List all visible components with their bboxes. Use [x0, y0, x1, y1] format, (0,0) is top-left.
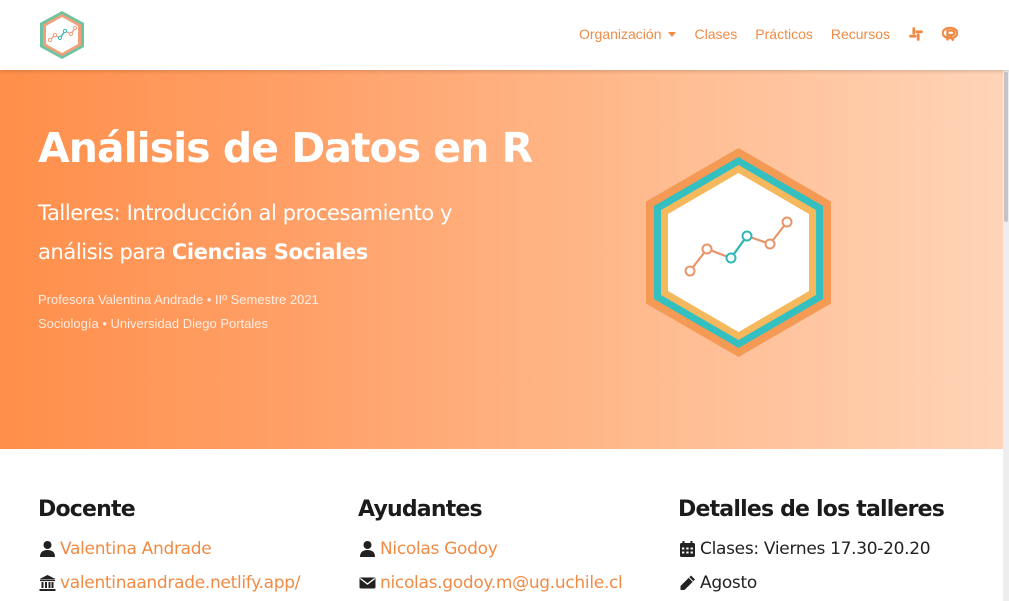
caret-down-icon — [668, 31, 677, 37]
hero-meta: Profesora Valentina Andrade • IIº Semest… — [38, 288, 319, 336]
nav-clases[interactable]: Clases — [694, 26, 737, 42]
ayudante-email-row: nicolas.godoy.m@ug.uchile.cl — [358, 566, 623, 600]
detalles-section: Detalles de los talleres Clases: Viernes… — [678, 497, 945, 600]
scrollbar-thumb[interactable] — [1004, 72, 1008, 222]
page-title: Análisis de Datos en R — [38, 124, 533, 172]
month-text: Agosto — [700, 573, 757, 593]
user-icon — [40, 541, 55, 557]
ayudantes-heading: Ayudantes — [358, 497, 483, 522]
calendar-icon — [680, 541, 695, 557]
ayudantes-section: Ayudantes Nicolas Godoy nicolas.godoy.m@… — [358, 497, 623, 600]
docente-heading: Docente — [38, 497, 136, 522]
ayudante-name-link[interactable]: Nicolas Godoy — [380, 539, 498, 559]
pencil-icon — [680, 575, 695, 590]
user-icon — [360, 541, 375, 557]
schedule-row: Clases: Viernes 17.30-20.20 — [678, 532, 944, 566]
slack-icon — [909, 27, 923, 41]
main-nav: Organización Clases Prácticos Recursos — [579, 26, 958, 42]
docente-name-row: Valentina Andrade — [38, 532, 300, 566]
nav-slack-link[interactable] — [908, 26, 924, 42]
docente-website-link[interactable]: valentinaandrade.netlify.app/ — [60, 573, 300, 593]
nav-organizacion-label: Organización — [578, 26, 662, 42]
hero-meta-institution: Sociología • Universidad Diego Portales — [38, 316, 269, 331]
month-row: Agosto — [678, 566, 944, 600]
ayudante-name-row: Nicolas Godoy — [358, 532, 622, 566]
course-hex-logo — [646, 148, 831, 357]
university-icon — [39, 575, 56, 591]
ayudante-email-link[interactable]: nicolas.godoy.m@ug.uchile.cl — [380, 573, 623, 593]
navbar: Organización Clases Prácticos Recursos — [0, 0, 1009, 70]
r-project-icon — [942, 26, 958, 42]
envelope-icon — [359, 577, 376, 589]
site-logo[interactable] — [38, 10, 86, 60]
nav-recursos[interactable]: Recursos — [831, 26, 890, 42]
hero-subtitle: Talleres: Introducción al procesamiento … — [38, 194, 508, 272]
detalles-heading: Detalles de los talleres — [678, 497, 945, 522]
nav-r-link[interactable] — [942, 26, 958, 42]
nav-organizacion-dropdown[interactable]: Organización — [579, 26, 677, 42]
hero-subtitle-bold: Ciencias Sociales — [171, 240, 368, 264]
hero-meta-instructor: Profesora Valentina Andrade • IIº Semest… — [38, 292, 319, 307]
docente-name-link[interactable]: Valentina Andrade — [60, 539, 212, 559]
docente-section: Docente Valentina Andrade valentinaandra… — [38, 497, 300, 600]
nav-practicos[interactable]: Prácticos — [755, 26, 813, 42]
docente-website-row: valentinaandrade.netlify.app/ — [38, 566, 300, 600]
hero-banner: Análisis de Datos en R Talleres: Introdu… — [0, 70, 1009, 449]
schedule-text: Clases: Viernes 17.30-20.20 — [700, 539, 931, 559]
